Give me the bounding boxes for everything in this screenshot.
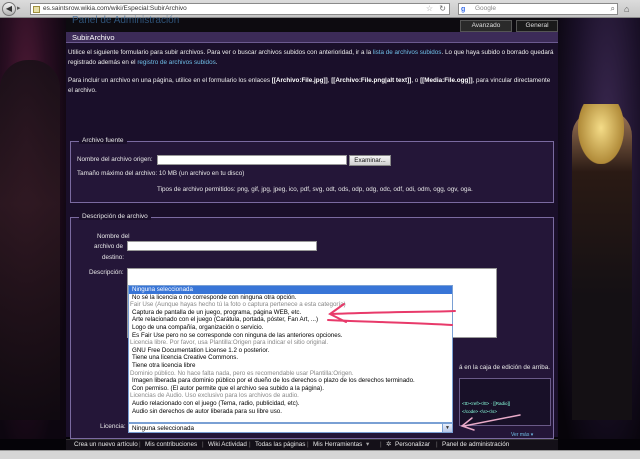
license-option[interactable]: No sé la licencia o no corresponde con n…: [129, 294, 452, 302]
license-option[interactable]: Audio sin derechos de autor liberada par…: [129, 408, 452, 416]
address-bar[interactable]: es.saintsrow.wikia.com/wiki/Especial:Sub…: [30, 3, 450, 15]
favicon-icon: [33, 6, 40, 13]
chevron-down-icon[interactable]: ▼: [442, 424, 452, 432]
browse-button[interactable]: Examinar...: [349, 155, 391, 166]
license-selected-value: Ninguna seleccionada: [132, 425, 194, 432]
license-option[interactable]: Tiene otra licencia libre: [129, 362, 452, 370]
toolbar-admin-panel[interactable]: Panel de administración: [442, 441, 509, 448]
toolbar-separator: |: [307, 441, 309, 448]
license-option[interactable]: Imagen liberada para dominio público por…: [129, 377, 452, 385]
background-character-left: [0, 60, 60, 420]
description-label: Descripción:: [89, 269, 124, 276]
max-size-text: Tamaño máximo del archivo: 10 MB (un arc…: [77, 170, 245, 177]
file-description-legend: Descripción de archivo: [79, 213, 151, 220]
dest-name-label-line-2: archivo de: [94, 243, 124, 250]
see-more-link[interactable]: Ver más ▾: [511, 432, 533, 438]
license-option[interactable]: Es Fair Use pero no se corresponde con n…: [129, 332, 452, 340]
edit-box-note: á en la caja de edición de arriba.: [459, 364, 551, 371]
page-title: SubirArchivo: [72, 33, 115, 42]
toolbar-my-contributions[interactable]: Mis contribuciones: [145, 441, 197, 448]
browser-search-bar[interactable]: g Google ⌕: [458, 3, 618, 15]
page-heading-bar: SubirArchivo: [66, 32, 558, 43]
toolbar-separator: |: [249, 441, 251, 448]
gear-icon[interactable]: ✲: [386, 441, 391, 448]
intro-paragraph-1: Utilice el siguiente formulario para sub…: [68, 48, 554, 68]
dropdown-arrow-icon[interactable]: ▾: [366, 441, 369, 448]
license-option[interactable]: Audio relacionado con el juego (Tema, ra…: [129, 400, 452, 408]
toolbar-create-article[interactable]: Crea un nuevo artículo: [74, 441, 138, 448]
toolbar-separator: |: [139, 441, 141, 448]
toolbar-separator: |: [202, 441, 204, 448]
source-file-fieldset: Archivo fuente Nombre del archivo origen…: [70, 137, 554, 203]
search-placeholder: Google: [475, 5, 496, 12]
toolbar-separator: |: [436, 441, 438, 448]
home-icon[interactable]: ⌂: [624, 3, 636, 15]
license-option[interactable]: Tiene una licencia Creative Commons.: [129, 354, 452, 362]
source-file-legend: Archivo fuente: [79, 137, 127, 144]
license-option-group: Licencia libre. Por favor, usa Plantilla…: [130, 339, 329, 347]
preview-code-line: <tt><ref></tt> · [[Radio]]: [462, 401, 511, 406]
toolbar-wiki-activity[interactable]: Wiki Actividad: [208, 441, 247, 448]
forward-arrow-icon[interactable]: ▸: [17, 4, 26, 14]
syntax-example: [[Media:File.ogg]]: [420, 77, 473, 84]
toolbar-separator: |: [380, 441, 382, 448]
toolbar-customize[interactable]: Personalizar: [395, 441, 430, 448]
intro-text-segment: Utilice el siguiente formulario para sub…: [68, 49, 373, 56]
wiki-header-title: Panel de Administración: [72, 15, 180, 26]
license-option[interactable]: GNU Free Documentation License 1.2 o pos…: [129, 347, 452, 355]
tab-advanced[interactable]: Avanzado: [460, 20, 512, 32]
origin-file-label: Nombre del archivo origen:: [77, 156, 153, 163]
license-option-group: Licencias de Audio. Uso exclusivo para l…: [130, 392, 299, 400]
license-option[interactable]: Arte relacionado con el juego (Carátula,…: [129, 316, 452, 324]
license-label: Licencia:: [100, 423, 126, 430]
dest-name-label-line-3: destino:: [102, 254, 125, 261]
allowed-types-text: Tipos de archivo permitidos: png, gif, j…: [157, 186, 473, 193]
license-option-group: Dominio público. No hace falta nada, per…: [130, 369, 354, 377]
toolbar-my-tools[interactable]: Mis Herramientas: [313, 441, 362, 448]
license-option-group: Fair Use (Aunque hayas hecho tú la foto …: [130, 301, 346, 309]
preview-box: <tt><ref></tt> · [[Radio]] </code> <\s><…: [459, 378, 551, 426]
intro-text-segment: , o: [411, 77, 421, 84]
toolbar-all-pages[interactable]: Todas las páginas: [255, 441, 305, 448]
uploaded-files-list-link[interactable]: lista de archivos subidos: [373, 49, 442, 56]
back-arrow-icon[interactable]: ◀: [2, 2, 16, 16]
license-option[interactable]: Captura de pantalla de un juego, program…: [129, 309, 452, 317]
tab-general[interactable]: General: [516, 20, 558, 32]
license-dropdown-list[interactable]: Ninguna seleccionada No sé la licencia o …: [128, 285, 453, 423]
wiki-bottom-toolbar: Crea un nuevo artículo | Mis contribucio…: [66, 439, 558, 450]
bookmark-star-icon[interactable]: ☆: [426, 4, 433, 13]
intro-paragraph-2: Para incluir un archivo en una página, u…: [68, 76, 554, 96]
browser-status-bar: [0, 450, 640, 459]
license-select[interactable]: Ninguna seleccionada ▼: [128, 423, 453, 433]
intro-text-segment: Para incluir un archivo en una página, u…: [68, 77, 272, 84]
intro-text-segment: .: [215, 59, 218, 66]
intro-text: Utilice el siguiente formulario para sub…: [68, 48, 554, 104]
syntax-example: [[Archivo:File.png|alt text]]: [331, 77, 412, 84]
background-character-hair: [578, 104, 624, 164]
license-option[interactable]: Logo de una compañía, organización o ser…: [129, 324, 452, 332]
preview-code-line: </code> <\s><\s>: [462, 409, 498, 414]
syntax-example: [[Archivo:File.jpg]]: [271, 77, 328, 84]
dest-name-label-line-1: Nombre del: [97, 233, 130, 240]
license-option[interactable]: Con permiso. (El autor permite que el ar…: [129, 385, 452, 393]
upload-log-link[interactable]: registro de archivos subidos: [137, 59, 215, 66]
reload-icon[interactable]: ↻: [439, 4, 446, 13]
origin-file-input[interactable]: [157, 155, 347, 165]
search-icon[interactable]: ⌕: [611, 4, 615, 14]
destination-filename-input[interactable]: [127, 241, 317, 251]
license-option[interactable]: Ninguna seleccionada: [129, 286, 452, 294]
google-icon[interactable]: g: [461, 5, 470, 14]
address-text[interactable]: es.saintsrow.wikia.com/wiki/Especial:Sub…: [43, 5, 187, 12]
